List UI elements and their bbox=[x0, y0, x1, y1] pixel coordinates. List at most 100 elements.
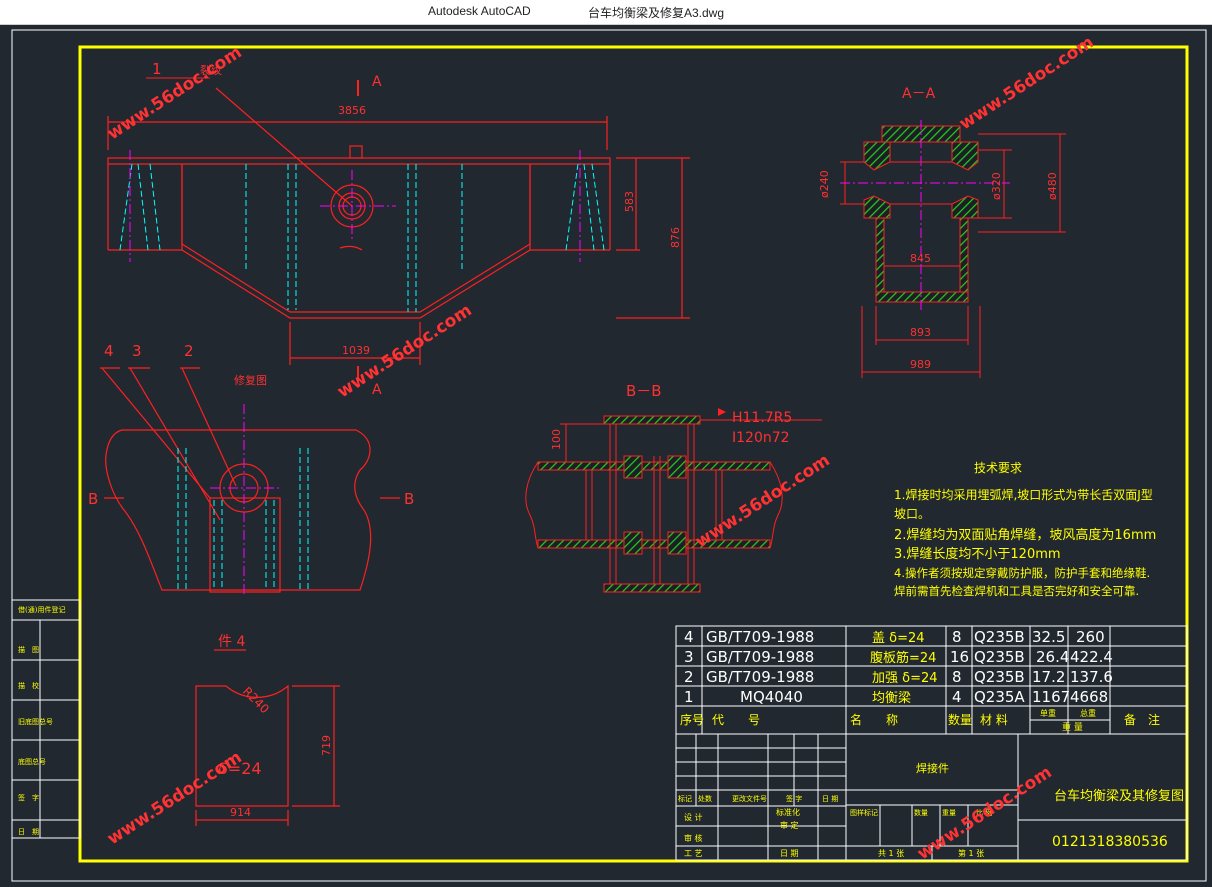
svg-text:日 期: 日 期 bbox=[18, 828, 39, 836]
bom-header-w1: 单重 bbox=[1040, 708, 1056, 718]
svg-text:审 核: 审 核 bbox=[684, 833, 703, 843]
dim-876: 876 bbox=[669, 227, 682, 248]
bom-header-code: 代 号 bbox=[712, 713, 760, 727]
bom-row3-name: 加强 δ=24 bbox=[872, 671, 938, 686]
weld-symbol-line1: H11.7R5 bbox=[732, 410, 792, 426]
dim-bore-240: ø240 bbox=[818, 170, 831, 198]
svg-text:数量: 数量 bbox=[914, 808, 928, 817]
bom-row4-code: MQ4040 bbox=[740, 688, 803, 706]
bom-row1-w2: 260 bbox=[1076, 628, 1105, 646]
watermarks: www.56doc.com www.56doc.com www.56doc.co… bbox=[104, 32, 1098, 864]
svg-text:工 艺: 工 艺 bbox=[684, 849, 703, 858]
bom-row2-no: 3 bbox=[684, 648, 694, 666]
part4-view bbox=[195, 649, 340, 826]
bom-row4-qty: 4 bbox=[952, 688, 962, 706]
tech-req-line-6: 焊前需首先检查焊机和工具是否完好和安全可靠. bbox=[894, 584, 1139, 598]
repair-part-no-2: 2 bbox=[184, 342, 194, 360]
bom-header-mat: 材 料 bbox=[980, 713, 1008, 727]
section-mark-b-left: B bbox=[88, 490, 98, 508]
drawing-canvas[interactable]: A A 1 裂纹 3856 583 876 1039 A－A ø240 ø320… bbox=[0, 24, 1212, 887]
bom-rows: 4 GB/T709-1988 盖 δ=24 8 Q235B 32.5 260 3… bbox=[684, 628, 1113, 706]
dim-893: 893 bbox=[910, 326, 931, 339]
dim-3856: 3856 bbox=[338, 104, 366, 117]
svg-text:图样标记: 图样标记 bbox=[850, 808, 878, 817]
svg-text:日 期: 日 期 bbox=[780, 849, 799, 858]
bom-row2-w2: 422.4 bbox=[1070, 648, 1113, 666]
dim-845: 845 bbox=[910, 252, 931, 265]
tech-req-line-4: 3.焊缝长度均不小于120mm bbox=[894, 546, 1061, 562]
tech-req-line-1: 1.焊接时均采用埋弧焊,坡口形式为带长舌双面J型 bbox=[894, 487, 1153, 502]
dim-989: 989 bbox=[910, 358, 931, 371]
bom-row1-name: 盖 δ=24 bbox=[872, 631, 925, 646]
bom-row4-w1: 1167 bbox=[1032, 688, 1070, 706]
svg-text:标记: 标记 bbox=[678, 794, 692, 803]
tech-req-title: 技术要求 bbox=[974, 461, 1022, 475]
dim-100: 100 bbox=[550, 429, 563, 450]
bom-header-name: 名 称 bbox=[850, 712, 898, 727]
file-name: 台车均衡梁及修复A3.dwg bbox=[588, 6, 725, 20]
tech-req-line-2: 坡口。 bbox=[894, 507, 930, 521]
svg-text:更改文件号: 更改文件号 bbox=[732, 794, 767, 803]
section-mark-a-bottom: A bbox=[372, 382, 382, 398]
svg-text:底图总号: 底图总号 bbox=[18, 757, 46, 766]
bom-header-qty: 数量 bbox=[948, 712, 972, 727]
bom-row1-w1: 32.5 bbox=[1032, 628, 1065, 646]
drawing-number: 0121318380536 bbox=[1052, 834, 1168, 850]
bom-row1-code: GB/T709-1988 bbox=[706, 628, 814, 646]
bom-row3-no: 2 bbox=[684, 668, 694, 686]
section-mark-a-top: A bbox=[372, 74, 382, 90]
svg-text:标准化: 标准化 bbox=[776, 807, 800, 817]
bom-header-w2: 总重 bbox=[1080, 708, 1096, 718]
bom-row3-w2: 137.6 bbox=[1070, 668, 1113, 686]
weld-symbol-line2: I120n72 bbox=[732, 430, 790, 446]
bom-row4-mat: Q235A bbox=[974, 688, 1025, 706]
tech-req-line-5: 4.操作者须按规定穿戴防护服，防护手套和绝缘鞋. bbox=[894, 566, 1150, 580]
svg-text:借(通)用件登记: 借(通)用件登记 bbox=[18, 605, 65, 614]
repair-view bbox=[100, 367, 400, 593]
watermark-6: www.56doc.com bbox=[914, 762, 1056, 864]
part4-dim-719: 719 bbox=[320, 735, 333, 756]
bom-row3-qty: 8 bbox=[952, 668, 962, 686]
part-type: 焊接件 bbox=[916, 761, 949, 775]
left-strip-labels: 借(通)用件登记 描 图 描 校 旧底图总号 底图总号 签 字 日 期 bbox=[18, 605, 65, 836]
bom-header-no: 序号 bbox=[680, 712, 704, 727]
part4-dim-914: 914 bbox=[230, 806, 251, 819]
dim-583: 583 bbox=[623, 191, 636, 212]
svg-text:签 字: 签 字 bbox=[18, 793, 39, 802]
bom-row4-no: 1 bbox=[684, 688, 694, 706]
svg-text:共 1 张: 共 1 张 bbox=[878, 849, 904, 858]
repair-view-title: 修复图 bbox=[234, 373, 267, 387]
svg-text:描 校: 描 校 bbox=[18, 681, 39, 690]
dim-1039: 1039 bbox=[342, 344, 370, 357]
repair-part-no-3: 3 bbox=[132, 342, 142, 360]
repair-part-no-4: 4 bbox=[104, 342, 114, 360]
bom-row3-mat: Q235B bbox=[974, 668, 1025, 686]
bom-row2-qty: 16 bbox=[950, 648, 969, 666]
repair-view-centerlines bbox=[210, 404, 280, 594]
part-no-1: 1 bbox=[152, 60, 162, 78]
dim-d320: ø320 bbox=[990, 172, 1003, 200]
svg-text:审 定: 审 定 bbox=[780, 820, 799, 830]
tech-req-line-3: 2.焊缝均为双面贴角焊缝，坡风高度为16mm bbox=[894, 527, 1156, 543]
bom-row2-code: GB/T709-1988 bbox=[706, 648, 814, 666]
svg-text:第 1 张: 第 1 张 bbox=[958, 848, 984, 858]
bom-row1-qty: 8 bbox=[952, 628, 962, 646]
svg-text:设 计: 设 计 bbox=[684, 812, 703, 822]
section-aa-title: A－A bbox=[902, 86, 936, 102]
bom-header-note: 备 注 bbox=[1124, 712, 1160, 727]
part4-radius: R240 bbox=[240, 684, 272, 716]
bom-row1-mat: Q235B bbox=[974, 628, 1025, 646]
watermark-1: www.56doc.com bbox=[104, 42, 246, 144]
bom-header-weight: 重 量 bbox=[1062, 721, 1083, 733]
bom-row3-w1: 17.2 bbox=[1032, 668, 1065, 686]
bom-row1-no: 4 bbox=[684, 628, 694, 646]
app-name: Autodesk AutoCAD bbox=[428, 4, 531, 18]
repair-view-hidden-lines bbox=[177, 448, 309, 590]
watermark-5: www.56doc.com bbox=[104, 747, 246, 849]
svg-text:签 字: 签 字 bbox=[786, 794, 802, 803]
bom-row4-name: 均衡梁 bbox=[872, 691, 911, 706]
main-view-hidden-lines bbox=[119, 163, 605, 312]
section-bb-title: B－B bbox=[626, 382, 662, 400]
drawing-title: 台车均衡梁及其修复图 bbox=[1054, 788, 1184, 804]
svg-text:处数: 处数 bbox=[698, 794, 712, 803]
